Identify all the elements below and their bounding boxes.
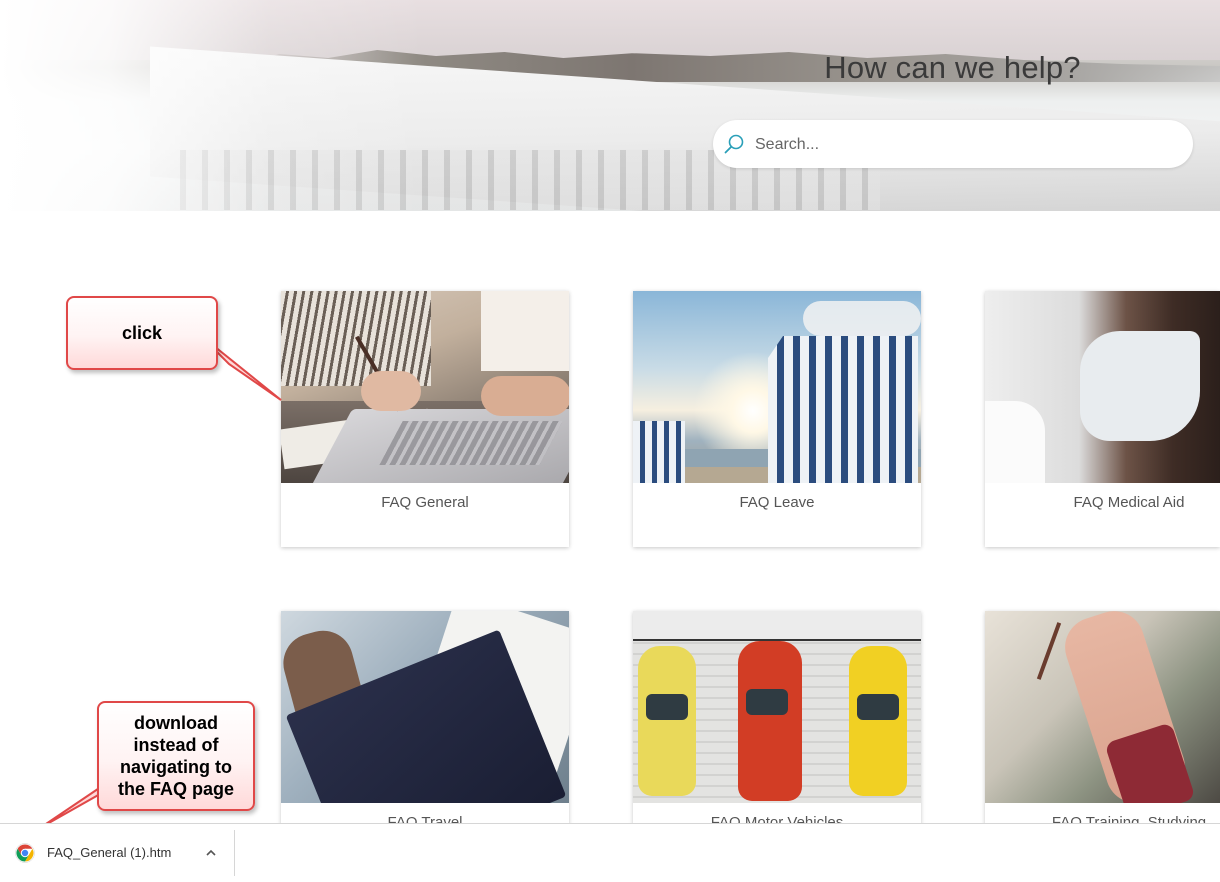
card-label[interactable]: FAQ Leave (633, 494, 921, 511)
card-faq-general[interactable]: FAQ General (281, 291, 569, 547)
callout-click: click (66, 296, 218, 370)
card-image-travel[interactable] (281, 611, 569, 803)
search-icon (724, 134, 744, 154)
callout-line: the FAQ page (117, 779, 234, 799)
download-filename[interactable]: FAQ_General (1).htm (47, 845, 171, 860)
callout-line: download (134, 713, 218, 733)
callout-line: navigating to (120, 757, 232, 777)
card-faq-medical-aid[interactable]: FAQ Medical Aid (985, 291, 1220, 547)
callout-click-text: click (121, 323, 163, 343)
card-image-training[interactable] (985, 611, 1220, 803)
card-image-cars[interactable] (633, 611, 921, 803)
hero-fade (0, 0, 1220, 211)
callout-line: instead of (133, 735, 219, 755)
card-label[interactable]: FAQ General (281, 494, 569, 511)
callout-download: download instead of navigating to the FA… (97, 701, 255, 811)
card-image-medical[interactable] (985, 291, 1220, 483)
search-input[interactable] (753, 130, 1177, 160)
search-box[interactable] (713, 120, 1193, 168)
card-image-general[interactable] (281, 291, 569, 483)
download-divider (234, 830, 235, 876)
card-image-leave[interactable] (633, 291, 921, 483)
page-title: How can we help? (824, 50, 1081, 85)
chevron-up-icon[interactable] (204, 846, 218, 860)
chrome-icon (15, 843, 35, 863)
download-bar: FAQ_General (1).htm (0, 823, 1220, 882)
hero-banner: How can we help? (0, 0, 1220, 211)
download-item[interactable]: FAQ_General (1).htm (0, 824, 234, 882)
card-faq-leave[interactable]: FAQ Leave (633, 291, 921, 547)
card-label[interactable]: FAQ Medical Aid (985, 494, 1220, 511)
